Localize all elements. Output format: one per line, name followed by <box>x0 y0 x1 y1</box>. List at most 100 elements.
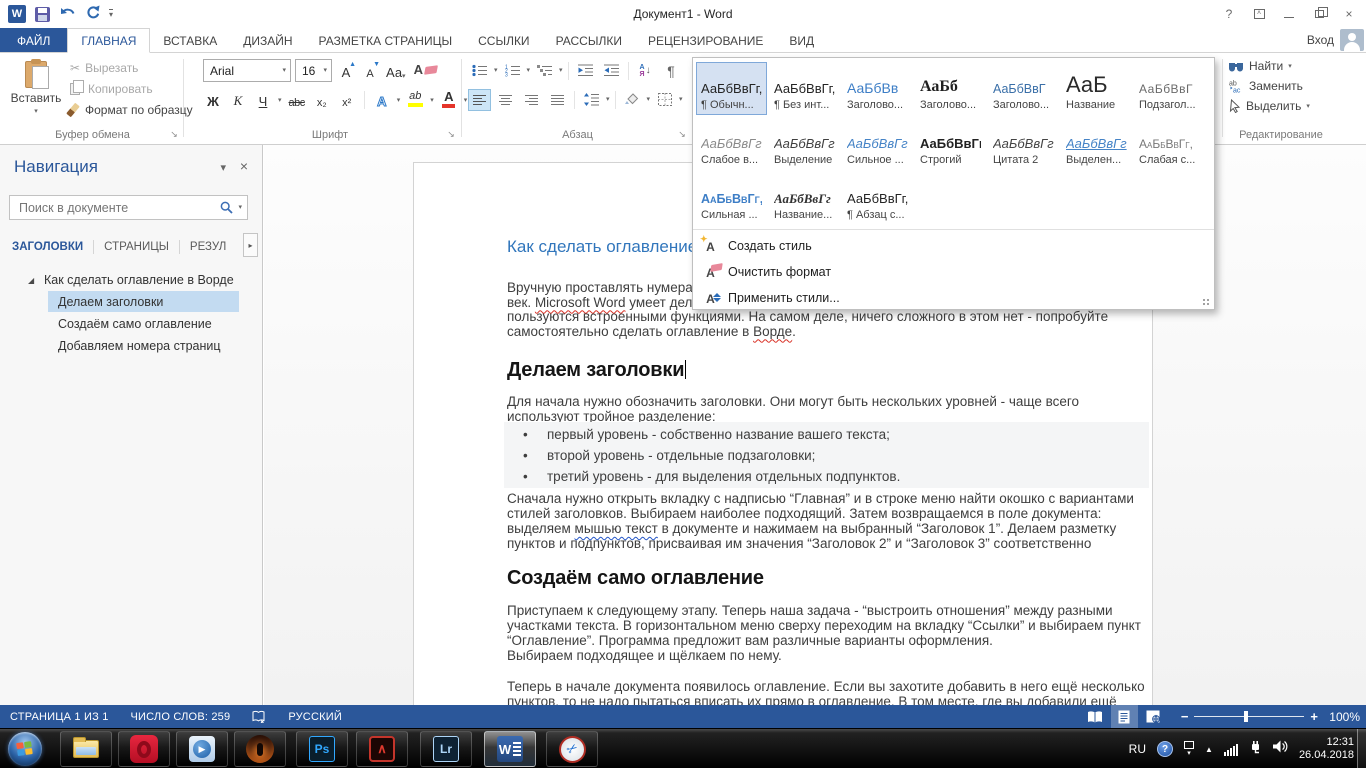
nav-heading-item[interactable]: Добавляем номера страниц <box>0 335 263 357</box>
language-indicator[interactable]: РУССКИЙ <box>288 711 342 723</box>
nav-heading-item[interactable]: Делаем заголовки <box>0 291 263 313</box>
style-cell-emphasis[interactable]: АаБбВвГгВыделение <box>769 117 840 170</box>
paste-button[interactable]: Вставить ▾ <box>10 58 62 132</box>
taskbar-snipping-tool-button[interactable]: ✂ <box>546 731 598 767</box>
sign-in-link[interactable]: Вход <box>1307 33 1334 47</box>
ribbon-display-options-button[interactable]: ˄ <box>1246 3 1272 25</box>
font-name-combo[interactable]: Arial ▾ <box>203 59 291 82</box>
taskbar-lightroom-button[interactable]: Lr <box>420 731 472 767</box>
borders-button[interactable] <box>653 89 676 111</box>
word-count[interactable]: ЧИСЛО СЛОВ: 259 <box>131 711 231 723</box>
taskbar-opera-button[interactable] <box>118 731 170 767</box>
zoom-thumb[interactable] <box>1244 711 1248 722</box>
style-cell-list-paragraph[interactable]: АаБбВвГг,¶ Абзац с... <box>842 172 913 225</box>
style-cell-subtle-reference[interactable]: АаБбВвГг,Слабая с... <box>1134 117 1205 170</box>
chevron-down-icon[interactable]: ▾ <box>679 96 683 103</box>
chevron-down-icon[interactable]: ▾ <box>278 97 282 104</box>
multilevel-list-button[interactable] <box>533 60 556 82</box>
tab-design[interactable]: ДИЗАЙН <box>230 28 305 52</box>
start-button[interactable] <box>8 732 42 766</box>
style-cell-subtitle[interactable]: АаБбВвГПодзагол... <box>1134 62 1205 115</box>
chevron-down-icon[interactable]: ▾ <box>647 96 651 103</box>
apply-styles-item[interactable]: А Применить стили... <box>693 285 1214 311</box>
help-button[interactable]: ? <box>1216 3 1242 25</box>
copy-button[interactable]: Копировать <box>70 82 193 96</box>
replace-button[interactable]: abac Заменить <box>1228 79 1310 93</box>
style-cell-book-title[interactable]: АаБбВвГгНазвание... <box>769 172 840 225</box>
nav-heading-item[interactable]: Создаём само оглавление <box>0 313 263 335</box>
taskbar-voice-app-button[interactable] <box>234 731 286 767</box>
clock[interactable]: 12:31 26.04.2018 <box>1299 736 1354 762</box>
font-color-button[interactable]: А <box>439 89 459 111</box>
style-cell-title[interactable]: АаБНазвание <box>1061 62 1132 115</box>
show-hidden-icons-button[interactable]: ▲ <box>1205 745 1213 754</box>
select-button[interactable]: Выделить ▾ <box>1228 99 1310 113</box>
style-cell-normal[interactable]: АаБбВвГг,¶ Обычн... <box>696 62 767 115</box>
numbering-button[interactable]: 123 <box>501 60 524 82</box>
style-cell-intense-reference[interactable]: АаБбВвГг,Сильная ... <box>696 172 767 225</box>
nav-tab-pages[interactable]: СТРАНИЦЫ <box>94 237 179 257</box>
speaker-icon[interactable] <box>1273 740 1288 758</box>
taskbar-photoshop-button[interactable]: Ps <box>296 731 348 767</box>
search-options-arrow[interactable]: ▾ <box>238 204 242 211</box>
chevron-down-icon[interactable]: ▾ <box>397 97 401 104</box>
chevron-down-icon[interactable]: ▾ <box>430 97 434 104</box>
nav-tab-results[interactable]: РЕЗУЛ <box>180 237 236 257</box>
text-effects-button[interactable]: А <box>372 89 392 111</box>
minimize-button[interactable] <box>1276 3 1302 25</box>
decrease-indent-button[interactable] <box>574 60 597 82</box>
popup-resize-grip[interactable] <box>1202 298 1211 307</box>
align-left-button[interactable] <box>468 89 491 111</box>
navigation-options-button[interactable]: ▾ <box>220 161 226 174</box>
tab-file[interactable]: ФАЙЛ <box>0 28 67 52</box>
chevron-down-icon[interactable]: ▾ <box>464 97 468 104</box>
change-case-button[interactable]: Аа ▾ <box>384 60 408 82</box>
style-cell-strong[interactable]: АаБбВвГг,Строгий <box>915 117 986 170</box>
chevron-down-icon[interactable]: ▾ <box>559 67 563 74</box>
find-button[interactable]: Найти ▾ <box>1228 59 1310 73</box>
subscript-button[interactable]: x₂ <box>312 89 332 111</box>
search-input[interactable] <box>17 200 215 216</box>
shading-button[interactable] <box>621 89 644 111</box>
zoom-level[interactable]: 100% <box>1326 710 1360 724</box>
close-button[interactable]: × <box>1336 3 1362 25</box>
style-cell-heading1[interactable]: АаБбВвЗаголово... <box>842 62 913 115</box>
sort-button[interactable]: АЯ ↓ <box>634 60 657 82</box>
clear-formatting-button[interactable]: А <box>412 60 439 82</box>
navigation-close-button[interactable]: × <box>240 158 248 174</box>
bullets-button[interactable] <box>468 60 491 82</box>
style-cell-intense-quote[interactable]: АаБбВвГгВыделен... <box>1061 117 1132 170</box>
taskbar-media-player-button[interactable]: ▶ <box>176 731 228 767</box>
tray-help-icon[interactable]: ? <box>1157 741 1173 757</box>
cut-button[interactable]: ✂ Вырезать <box>70 61 193 75</box>
tab-home[interactable]: ГЛАВНАЯ <box>67 28 150 53</box>
create-style-item[interactable]: А Создать стиль <box>693 233 1214 259</box>
align-right-button[interactable] <box>520 89 543 111</box>
tab-review[interactable]: РЕЦЕНЗИРОВАНИЕ <box>635 28 776 52</box>
tab-view[interactable]: ВИД <box>776 28 827 52</box>
style-cell-quote2[interactable]: АаБбВвГгЦитата 2 <box>988 117 1059 170</box>
style-cell-subtle-emphasis[interactable]: АаБбВвГгСлабое в... <box>696 117 767 170</box>
avatar[interactable] <box>1340 29 1364 51</box>
restore-button[interactable] <box>1306 3 1332 25</box>
show-desktop-button[interactable] <box>1357 729 1366 768</box>
nav-tabs-overflow-button[interactable]: ▸ <box>243 233 258 257</box>
page-indicator[interactable]: СТРАНИЦА 1 ИЗ 1 <box>10 711 109 723</box>
underline-button[interactable]: Ч <box>253 89 273 111</box>
style-cell-intense-emphasis[interactable]: АаБбВвГгСильное ... <box>842 117 913 170</box>
nav-heading-item[interactable]: ◢ Как сделать оглавление в Ворде <box>0 269 263 291</box>
tray-window-icon[interactable]: ▾ <box>1184 741 1194 757</box>
style-cell-heading2[interactable]: АаБбЗаголово... <box>915 62 986 115</box>
clear-formatting-item[interactable]: А Очистить формат <box>693 259 1214 285</box>
bold-button[interactable]: Ж <box>203 89 223 111</box>
network-signal-icon[interactable] <box>1224 743 1238 756</box>
superscript-button[interactable]: x² <box>337 89 357 111</box>
chevron-down-icon[interactable]: ▾ <box>606 96 610 103</box>
tab-references[interactable]: ССЫЛКИ <box>465 28 542 52</box>
chevron-down-icon[interactable]: ▾ <box>527 67 531 74</box>
font-size-combo[interactable]: 16 ▾ <box>295 59 332 82</box>
proofing-status-icon[interactable] <box>252 710 266 723</box>
paragraph-dialog-launcher[interactable]: ↘ <box>676 128 688 140</box>
shrink-font-button[interactable]: А ▼ <box>360 60 380 82</box>
print-layout-button[interactable] <box>1111 705 1138 728</box>
